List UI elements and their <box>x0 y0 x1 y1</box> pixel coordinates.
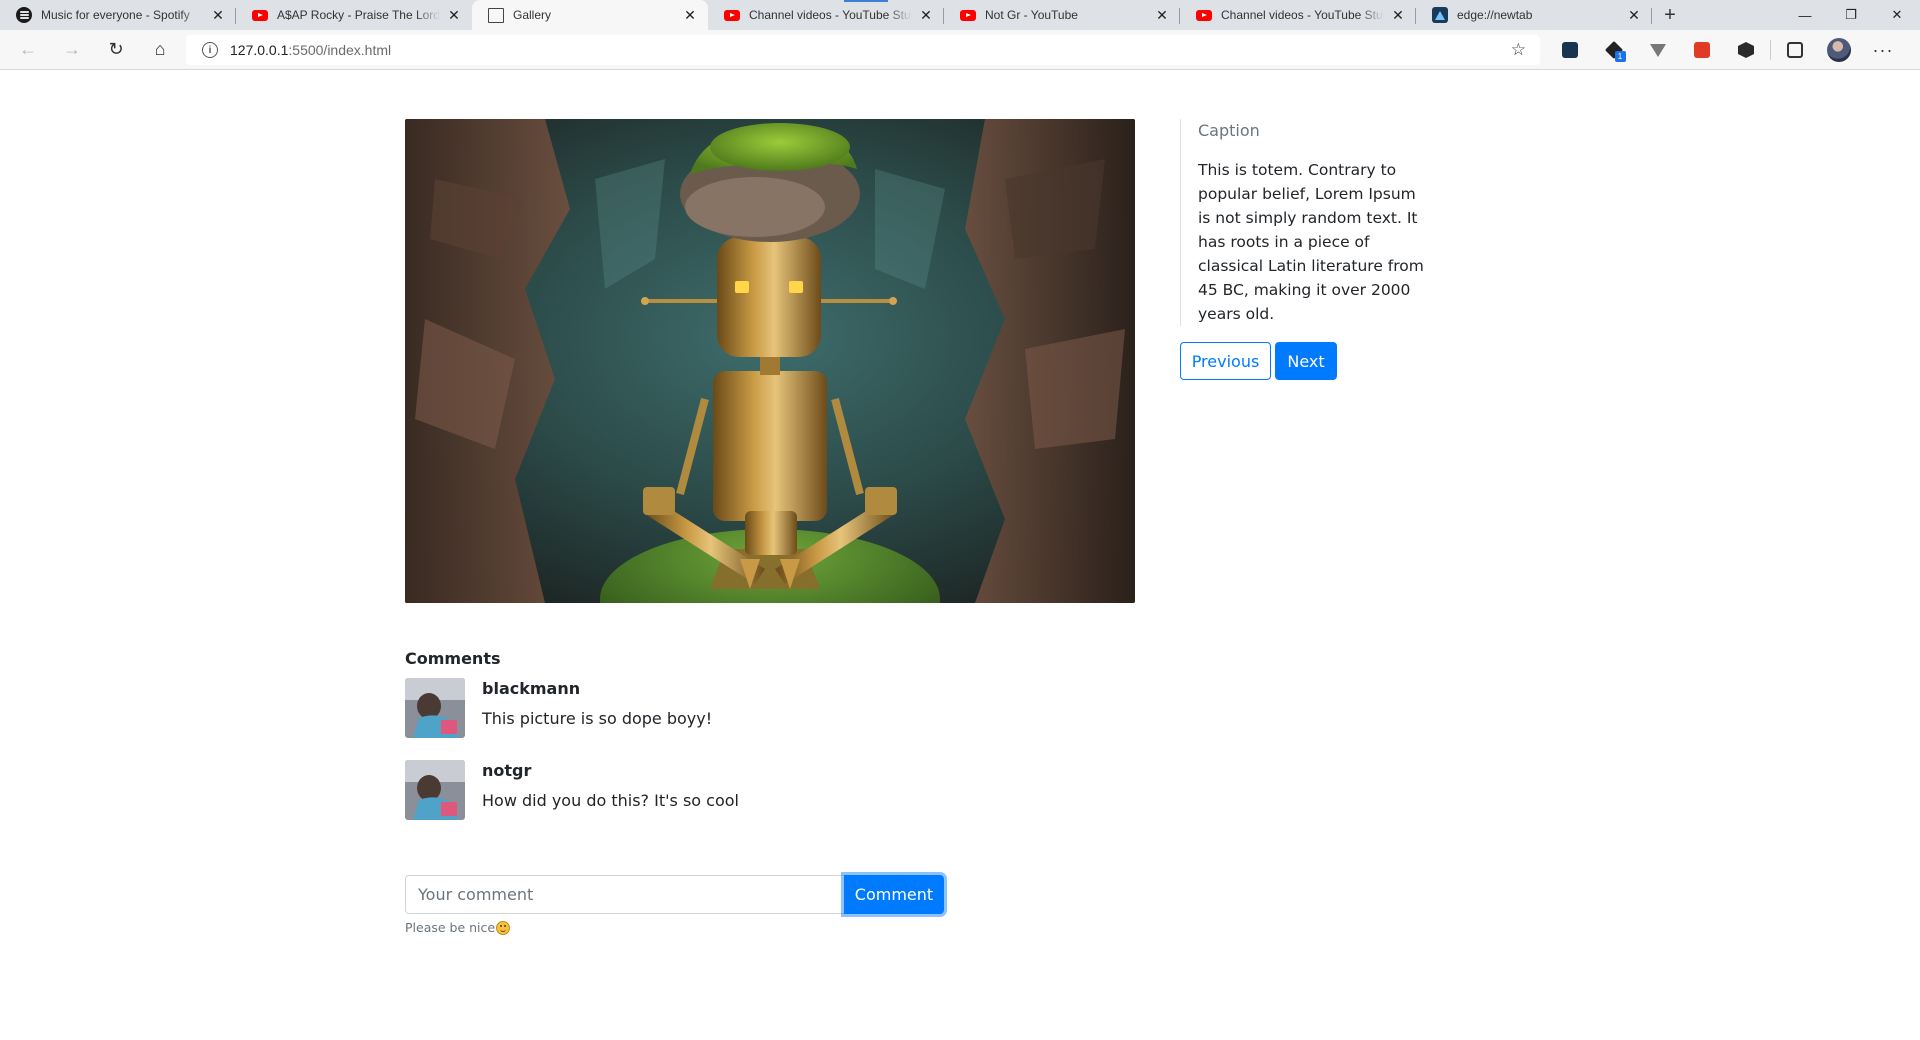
address-toolbar: ← → ↻ ⌂ i 127.0.0.1:5500/index.html ☆ 1 … <box>0 30 1920 70</box>
url-text: 127.0.0.1:5500/index.html <box>230 42 392 58</box>
previous-button[interactable]: Previous <box>1180 342 1271 380</box>
favorite-star-icon[interactable]: ☆ <box>1511 40 1526 60</box>
tab-channel-videos[interactable]: Channel videos - YouTube Studio ✕ <box>708 0 944 30</box>
youtube-icon <box>724 9 740 21</box>
youtube-icon <box>252 9 268 21</box>
tab-title: A$AP Rocky - Praise The Lord (Da Shine) … <box>277 8 440 22</box>
comment-form: Comment Please be nice <box>405 875 944 935</box>
forward-icon[interactable]: → <box>50 30 94 70</box>
window-controls: — ❐ ✕ <box>1782 0 1920 30</box>
tab-not-gr[interactable]: Not Gr - YouTube ✕ <box>944 0 1180 30</box>
caption-title: Caption <box>1198 121 1260 140</box>
gallery-image <box>405 119 1135 603</box>
extension-cube-icon[interactable]: 1 <box>1592 30 1636 70</box>
caption-blockquote: Caption This is totem. Contrary to popul… <box>1180 119 1424 326</box>
comments-section: Comments blackmann This picture is so do… <box>405 648 1005 820</box>
caption-panel: Caption This is totem. Contrary to popul… <box>1180 119 1424 380</box>
restore-icon[interactable]: ❐ <box>1828 0 1874 30</box>
help-text: Please be nice <box>405 920 496 935</box>
window-close-icon[interactable]: ✕ <box>1874 0 1920 30</box>
tab-newtab[interactable]: edge://newtab ✕ <box>1416 0 1652 30</box>
close-icon[interactable]: ✕ <box>918 7 934 23</box>
help-text-row: Please be nice <box>405 920 944 935</box>
collections-icon[interactable] <box>1773 30 1817 70</box>
refresh-icon[interactable]: ↻ <box>94 30 138 70</box>
extension-v-icon[interactable] <box>1636 30 1680 70</box>
home-icon[interactable]: ⌂ <box>138 30 182 70</box>
tab-activity-indicator <box>844 0 888 2</box>
close-icon[interactable]: ✕ <box>1626 7 1642 23</box>
close-icon[interactable]: ✕ <box>446 7 462 23</box>
site-info-icon[interactable]: i <box>202 42 218 58</box>
comment-item: notgr How did you do this? It's so cool <box>405 760 1005 820</box>
tab-gallery[interactable]: Gallery ✕ <box>472 0 708 30</box>
tab-title: Not Gr - YouTube <box>985 8 1078 22</box>
comment-author: blackmann <box>482 679 581 698</box>
close-icon[interactable]: ✕ <box>1154 7 1170 23</box>
tab-strip: Music for everyone - Spotify ✕ A$AP Rock… <box>0 0 1920 30</box>
profile-avatar[interactable] <box>1817 30 1861 70</box>
next-button[interactable]: Next <box>1275 342 1337 380</box>
office-icon[interactable] <box>1680 30 1724 70</box>
new-tab-button[interactable]: + <box>1652 0 1688 30</box>
comment-text: This picture is so dope boyy! <box>482 709 713 728</box>
close-icon[interactable]: ✕ <box>1390 7 1406 23</box>
minimize-icon[interactable]: — <box>1782 0 1828 30</box>
comment-input[interactable] <box>405 875 844 914</box>
document-icon <box>488 7 504 23</box>
address-bar[interactable]: i 127.0.0.1:5500/index.html ☆ <box>186 35 1540 65</box>
youtube-icon <box>960 9 976 21</box>
tab-title: Music for everyone - Spotify <box>41 8 190 22</box>
spotify-icon <box>16 7 32 23</box>
comment-author: notgr <box>482 761 532 780</box>
more-menu-icon[interactable]: ··· <box>1861 30 1905 70</box>
comment-item: blackmann This picture is so dope boyy! <box>405 678 1005 738</box>
comment-text: How did you do this? It's so cool <box>482 791 739 810</box>
tab-spotify[interactable]: Music for everyone - Spotify ✕ <box>0 0 236 30</box>
tab-title: Channel videos - YouTube Studio <box>749 8 912 22</box>
tab-title: Channel videos - YouTube Studio <box>1221 8 1384 22</box>
back-icon[interactable]: ← <box>6 30 50 70</box>
page-content: Caption This is totem. Contrary to popul… <box>0 71 1920 1040</box>
close-icon[interactable]: ✕ <box>682 7 698 23</box>
smiley-emoji-icon <box>496 920 511 935</box>
close-icon[interactable]: ✕ <box>210 7 226 23</box>
input-group: Comment <box>405 875 944 914</box>
pager-buttons: Previous Next <box>1180 342 1420 380</box>
extensions-area: 1 ··· <box>1548 30 1905 70</box>
caption-text: This is totem. Contrary to popular belie… <box>1198 161 1424 323</box>
edge-icon <box>1432 7 1448 23</box>
tab-title: Gallery <box>513 8 552 22</box>
avatar <box>405 678 465 738</box>
extension-a-icon[interactable] <box>1548 30 1592 70</box>
tab-asap-rocky[interactable]: A$AP Rocky - Praise The Lord (Da Shine) … <box>236 0 472 30</box>
tab-title: edge://newtab <box>1457 8 1533 22</box>
extension-hex-icon[interactable] <box>1724 30 1768 70</box>
comments-title: Comments <box>405 649 501 668</box>
comment-submit-button[interactable]: Comment <box>844 875 944 914</box>
tab-channel-videos-2[interactable]: Channel videos - YouTube Studio ✕ <box>1180 0 1416 30</box>
avatar <box>405 760 465 820</box>
youtube-icon <box>1196 9 1212 21</box>
